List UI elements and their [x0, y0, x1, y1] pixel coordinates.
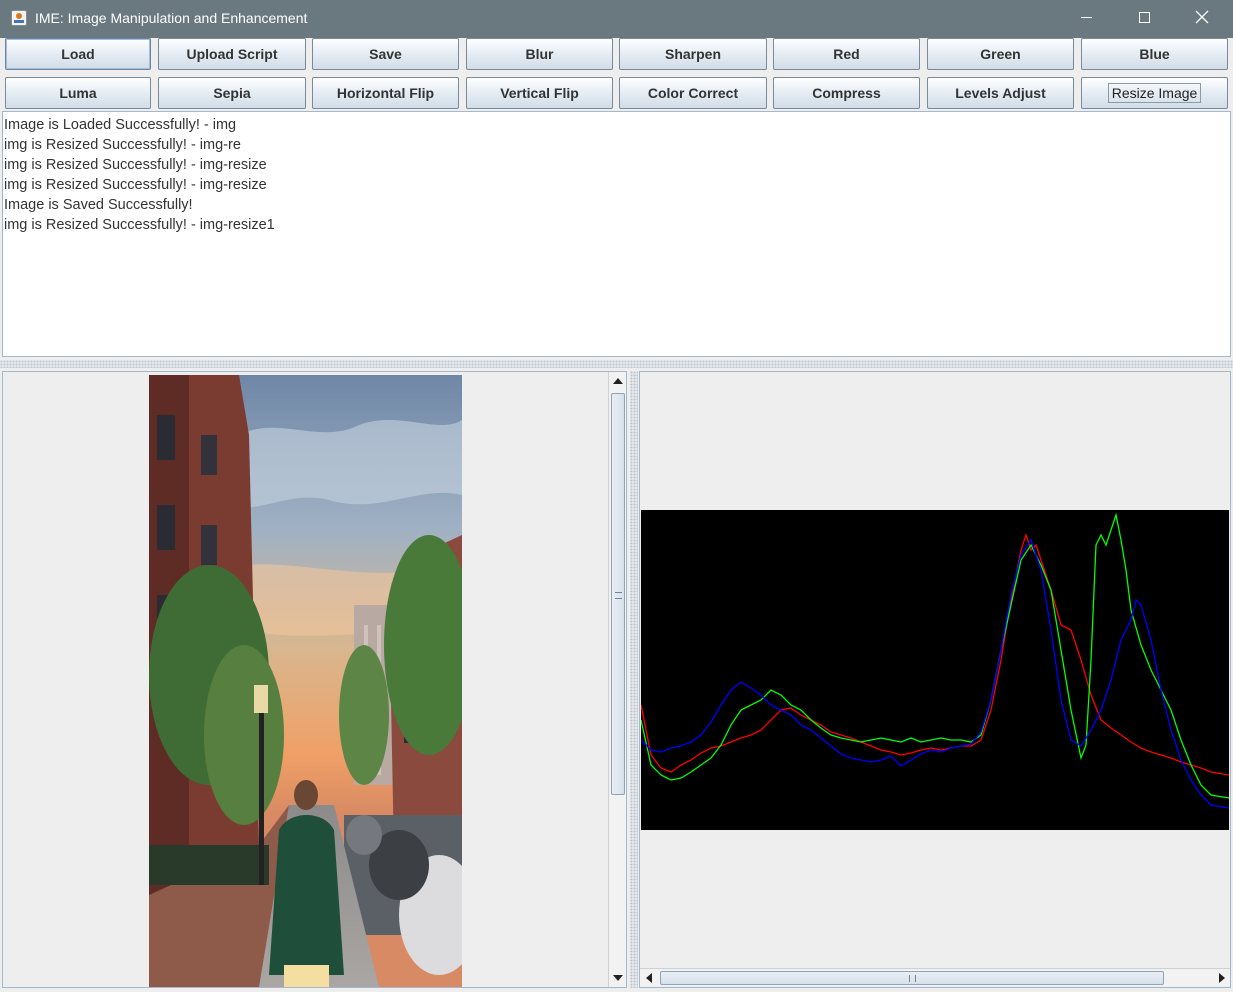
levels-adjust-button[interactable]: Levels Adjust	[927, 77, 1074, 109]
scroll-down-arrow-icon[interactable]	[609, 969, 626, 987]
close-icon	[1195, 10, 1209, 24]
blue-button[interactable]: Blue	[1081, 38, 1228, 70]
color-correct-button[interactable]: Color Correct	[619, 77, 767, 109]
title-bar: IME: Image Manipulation and Enhancement	[0, 0, 1233, 38]
sepia-button[interactable]: Sepia	[158, 77, 306, 109]
upload-script-button[interactable]: Upload Script	[158, 38, 306, 70]
resize-image-label: Resize Image	[1107, 83, 1202, 103]
log-line: img is Resized Successfully! - img-resiz…	[4, 157, 267, 173]
log-line: img is Resized Successfully! - img-re	[4, 137, 241, 153]
java-cup-icon	[11, 10, 27, 26]
luma-button[interactable]: Luma	[5, 77, 151, 109]
scroll-right-arrow-icon[interactable]	[1212, 969, 1230, 987]
resize-image-button[interactable]: Resize Image	[1081, 77, 1228, 109]
loaded-image	[149, 375, 462, 987]
scroll-up-arrow-icon[interactable]	[609, 372, 626, 390]
vertical-split-divider[interactable]	[630, 371, 638, 988]
horizontal-split-divider[interactable]	[0, 360, 1233, 368]
horizontal-flip-button[interactable]: Horizontal Flip	[312, 77, 459, 109]
maximize-icon	[1138, 12, 1150, 23]
log-line: Image is Saved Successfully!	[4, 197, 193, 213]
image-vertical-scrollbar[interactable]	[608, 372, 626, 987]
rgb-histogram	[640, 510, 1230, 830]
street-photo	[149, 375, 462, 987]
maximize-button[interactable]	[1115, 0, 1173, 38]
horizontal-scroll-thumb[interactable]	[660, 971, 1164, 985]
histogram-pane	[639, 371, 1231, 988]
histogram-blue-line	[640, 538, 1230, 809]
compress-button[interactable]: Compress	[773, 77, 920, 109]
blur-button[interactable]: Blur	[466, 38, 613, 70]
sharpen-button[interactable]: Sharpen	[619, 38, 767, 70]
histogram-horizontal-scrollbar[interactable]	[640, 968, 1230, 986]
minimize-icon	[1080, 17, 1092, 18]
log-text-area[interactable]: Image is Loaded Successfully! - img img …	[2, 111, 1231, 357]
minimize-button[interactable]	[1057, 0, 1115, 38]
scroll-left-arrow-icon[interactable]	[640, 969, 658, 987]
window-title: IME: Image Manipulation and Enhancement	[35, 10, 308, 26]
histogram-plot	[640, 512, 1230, 809]
save-button[interactable]: Save	[312, 38, 459, 70]
log-line: img is Resized Successfully! - img-resiz…	[4, 177, 267, 193]
histogram-green-line	[640, 512, 1230, 799]
load-button[interactable]: Load	[5, 38, 151, 70]
vertical-flip-button[interactable]: Vertical Flip	[466, 77, 613, 109]
red-button[interactable]: Red	[773, 38, 920, 70]
log-line: img is Resized Successfully! - img-resiz…	[4, 217, 275, 233]
vertical-scroll-thumb[interactable]	[611, 393, 625, 795]
green-button[interactable]: Green	[927, 38, 1074, 70]
close-button[interactable]	[1173, 0, 1231, 38]
log-line: Image is Loaded Successfully! - img	[4, 117, 237, 133]
image-view-pane	[2, 371, 627, 988]
